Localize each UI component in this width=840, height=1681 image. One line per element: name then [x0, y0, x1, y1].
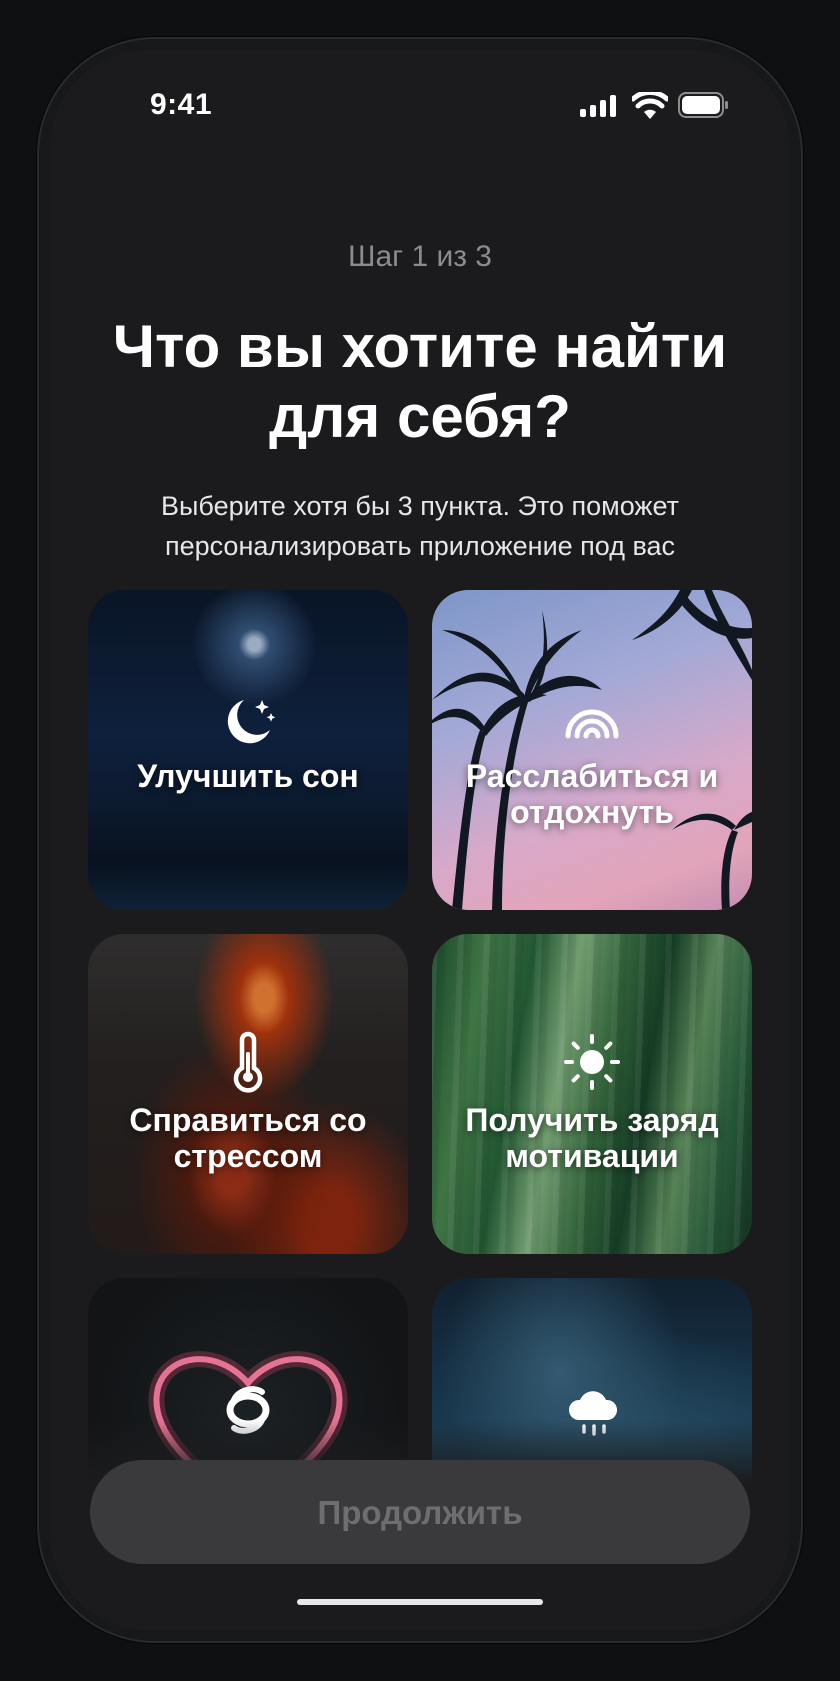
home-indicator[interactable]: [297, 1599, 543, 1605]
app-screen: 9:41 Шаг 1 из 3 Что вы хотите найти для …: [50, 50, 790, 1630]
goal-card-sleep[interactable]: Улучшить сон: [88, 590, 408, 910]
page-title: Что вы хотите найти для себя?: [112, 313, 728, 450]
moon-stars-icon: [227, 700, 276, 744]
battery-icon: [678, 92, 728, 118]
goal-label: Справиться со стрессом: [129, 1102, 367, 1174]
thermometer-icon: [233, 1031, 263, 1093]
goal-label: Расслабиться и отдохнуть: [465, 758, 719, 830]
status-time: 9:41: [150, 88, 213, 121]
goal-card-relax[interactable]: Расслабиться и отдохнуть: [432, 590, 752, 910]
card-shade: [432, 934, 752, 1254]
goal-card-motivation[interactable]: Получить заряд мотивации: [432, 934, 752, 1254]
wifi-icon: [632, 92, 668, 119]
rainbow-icon: [565, 709, 619, 739]
goal-label: Получить заряд мотивации: [465, 1102, 719, 1174]
goal-card-stress[interactable]: Справиться со стрессом: [88, 934, 408, 1254]
cellular-signal-icon: [580, 95, 616, 117]
page-subtitle: Выберите хотя бы 3 пункта. Это поможет п…: [161, 491, 679, 561]
palm-silhouettes: [432, 590, 752, 910]
continue-button[interactable]: Продолжить: [90, 1460, 750, 1564]
sun-icon: [564, 1034, 620, 1090]
step-indicator: Шаг 1 из 3: [347, 240, 492, 273]
goal-label: Улучшить сон: [137, 758, 359, 794]
status-bar: 9:41: [50, 50, 790, 160]
card-shade: [88, 934, 408, 1254]
